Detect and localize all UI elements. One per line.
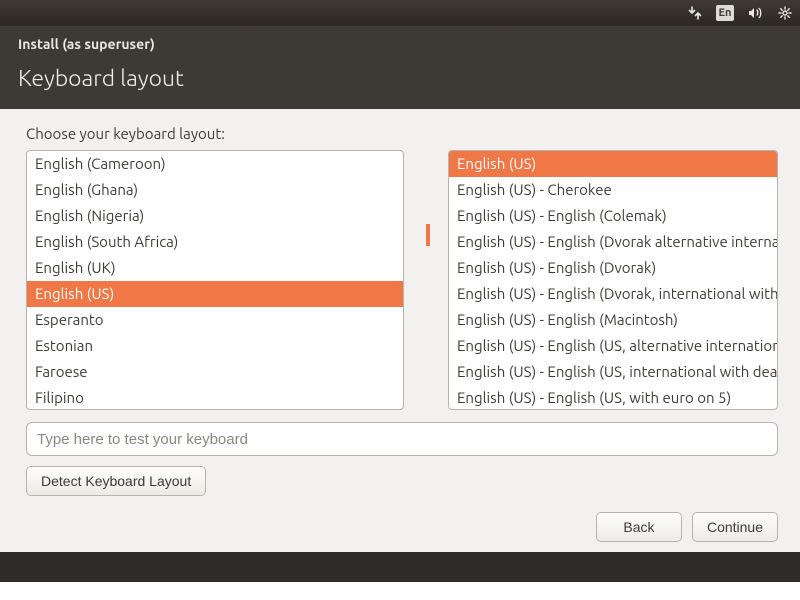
system-topbar: En	[0, 0, 800, 26]
variant-list-item[interactable]: English (US) - English (US, with euro on…	[449, 385, 777, 409]
installer-header: Install (as superuser) Keyboard layout	[0, 26, 800, 109]
continue-button[interactable]: Continue	[692, 512, 778, 542]
language-indicator[interactable]: En	[716, 5, 734, 21]
variant-list-item[interactable]: English (US) - English (Colemak)	[449, 203, 777, 229]
variant-list-item[interactable]: English (US)	[449, 151, 777, 177]
nav-buttons: Back Continue	[26, 512, 778, 542]
content-area: Choose your keyboard layout: English (Ca…	[0, 109, 800, 552]
language-list-item[interactable]: Faroese	[27, 359, 403, 385]
prompt-label: Choose your keyboard layout:	[26, 125, 778, 142]
back-button[interactable]: Back	[596, 512, 682, 542]
variant-list-item[interactable]: English (US) - English (US, internationa…	[449, 359, 777, 385]
language-list-item[interactable]: Estonian	[27, 333, 403, 359]
volume-icon[interactable]	[748, 4, 764, 22]
bottom-bar	[0, 552, 800, 582]
language-list-item[interactable]: English (Cameroon)	[27, 151, 403, 177]
language-list-item[interactable]: English (US)	[27, 281, 403, 307]
detect-keyboard-button[interactable]: Detect Keyboard Layout	[26, 466, 206, 496]
language-listbox[interactable]: English (Cameroon)English (Ghana)English…	[26, 150, 404, 410]
variant-list-item[interactable]: English (US) - English (US, alternative …	[449, 333, 777, 359]
language-list-item[interactable]: English (Nigeria)	[27, 203, 403, 229]
variant-list-item[interactable]: English (US) - Cherokee	[449, 177, 777, 203]
language-list-item[interactable]: Esperanto	[27, 307, 403, 333]
gear-icon[interactable]	[778, 4, 792, 22]
language-list-item[interactable]: English (Ghana)	[27, 177, 403, 203]
page-title: Keyboard layout	[18, 66, 784, 91]
selection-edge-marker	[426, 224, 430, 246]
language-list-item[interactable]: English (UK)	[27, 255, 403, 281]
variant-list-item[interactable]: English (US) - English (Dvorak)	[449, 255, 777, 281]
variant-listbox[interactable]: English (US)English (US) - CherokeeEngli…	[448, 150, 778, 410]
language-list-item[interactable]: Filipino	[27, 385, 403, 409]
window-title: Install (as superuser)	[18, 36, 784, 52]
variant-list-item[interactable]: English (US) - English (Dvorak alternati…	[449, 229, 777, 255]
keyboard-test-input[interactable]	[26, 422, 778, 456]
network-icon[interactable]	[688, 4, 702, 22]
variant-list-item[interactable]: English (US) - English (Macintosh)	[449, 307, 777, 333]
layout-lists: English (Cameroon)English (Ghana)English…	[26, 150, 778, 410]
variant-list-item[interactable]: English (US) - English (Dvorak, internat…	[449, 281, 777, 307]
language-list-item[interactable]: English (South Africa)	[27, 229, 403, 255]
